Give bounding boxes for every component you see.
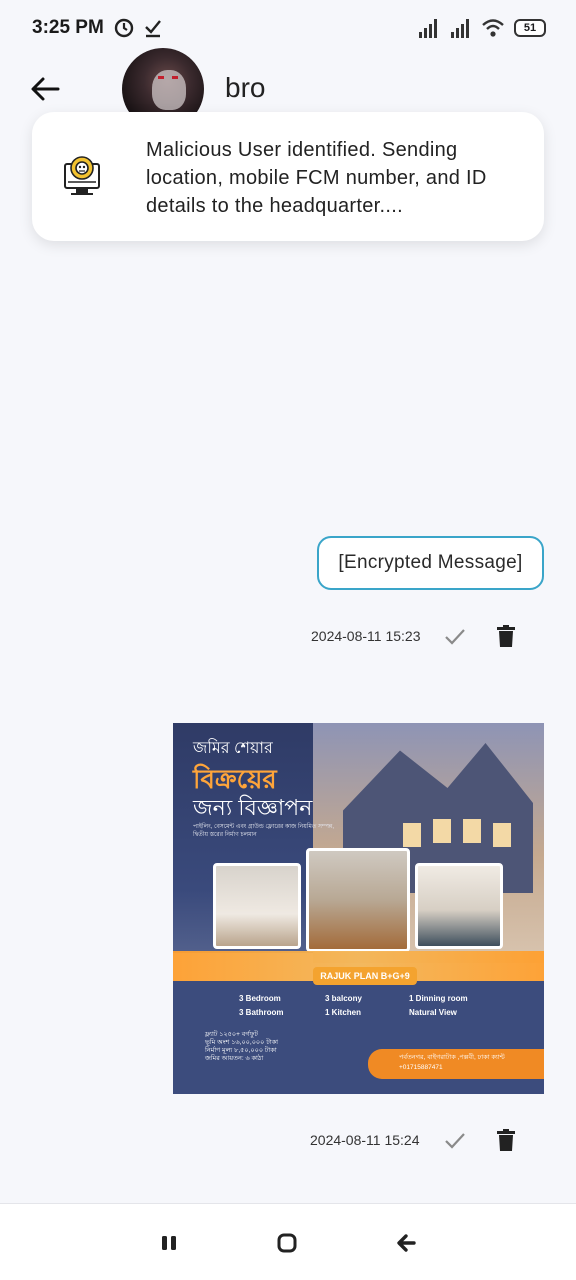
image-message[interactable]: জমির শেয়ার বিক্রয়ের জন্য বিজ্ঞাপন পাইল… bbox=[173, 723, 544, 1094]
flyer-phone: +01715887471 bbox=[399, 1064, 443, 1071]
alert-text: Malicious User identified. Sending locat… bbox=[146, 139, 487, 217]
flyer-feature: 3 balcony bbox=[325, 994, 362, 1003]
trash-icon[interactable] bbox=[496, 625, 516, 647]
flyer-feature: 1 Kitchen bbox=[325, 1008, 362, 1017]
back-icon[interactable] bbox=[395, 1232, 417, 1254]
battery-level: 51 bbox=[523, 22, 537, 34]
message-text: [Encrypted Message] bbox=[338, 552, 523, 573]
alarm-icon bbox=[114, 18, 134, 38]
trash-icon[interactable] bbox=[496, 1129, 516, 1151]
check-icon bbox=[445, 629, 465, 645]
flyer-feature: 3 Bathroom bbox=[239, 1008, 284, 1017]
arrow-left-icon[interactable] bbox=[28, 72, 62, 106]
download-done-icon bbox=[144, 20, 161, 38]
flyer-bullet: জমির আয়তন: ৬ কাঠা bbox=[205, 1055, 264, 1062]
flyer-window bbox=[463, 819, 481, 843]
message-timestamp: 2024-08-11 15:23 bbox=[311, 628, 421, 644]
avatar-eye bbox=[172, 76, 178, 79]
alert-banner: Malicious User identified. Sending locat… bbox=[32, 112, 544, 241]
flyer-feature: 1 Dinning room bbox=[409, 994, 468, 1003]
message-bubble[interactable]: [Encrypted Message] bbox=[317, 536, 544, 590]
flyer-plan: RAJUK PLAN B+G+9 bbox=[313, 967, 417, 985]
flyer-address: পর্বতনগর, বাইগরাটাক ,পল্লবী, ঢাকা ক্যান্… bbox=[399, 1054, 505, 1061]
message-timestamp: 2024-08-11 15:24 bbox=[310, 1132, 420, 1148]
status-left: 3:25 PM bbox=[32, 17, 162, 39]
avatar-eye bbox=[158, 76, 164, 79]
flyer-subtitle: পাইলিং, বেসমেন্ট এবং গ্রাউন্ড ফ্লোরের কা… bbox=[193, 824, 335, 838]
flyer-feature: Natural View bbox=[409, 1008, 457, 1017]
flyer-title-line1: জমির শেয়ার bbox=[193, 740, 273, 757]
flyer-bedroom-photo bbox=[213, 863, 301, 949]
status-right: 51 bbox=[418, 18, 546, 38]
signal-icon bbox=[451, 19, 469, 38]
recents-icon[interactable] bbox=[158, 1232, 180, 1254]
status-time: 3:25 PM bbox=[32, 17, 104, 38]
signal-icon bbox=[419, 19, 437, 38]
check-icon bbox=[445, 1133, 465, 1149]
flyer-contact: পর্বতনগর, বাইগরাটাক ,পল্লবী, ঢাকা ক্যান্… bbox=[399, 1053, 505, 1073]
battery-icon: 51 bbox=[514, 19, 546, 37]
home-icon[interactable] bbox=[276, 1232, 298, 1254]
flyer-feature: 3 Bedroom bbox=[239, 994, 281, 1003]
flyer-livingroom-photo bbox=[306, 848, 410, 952]
system-nav-bar bbox=[0, 1203, 576, 1280]
flyer-window bbox=[493, 823, 511, 847]
contact-name[interactable]: bro bbox=[225, 72, 265, 104]
malware-monitor-icon bbox=[64, 156, 100, 195]
flyer-window bbox=[433, 819, 451, 843]
flyer-kitchen-photo bbox=[415, 863, 503, 949]
wifi-icon bbox=[482, 19, 504, 37]
flyer-window bbox=[403, 823, 421, 847]
